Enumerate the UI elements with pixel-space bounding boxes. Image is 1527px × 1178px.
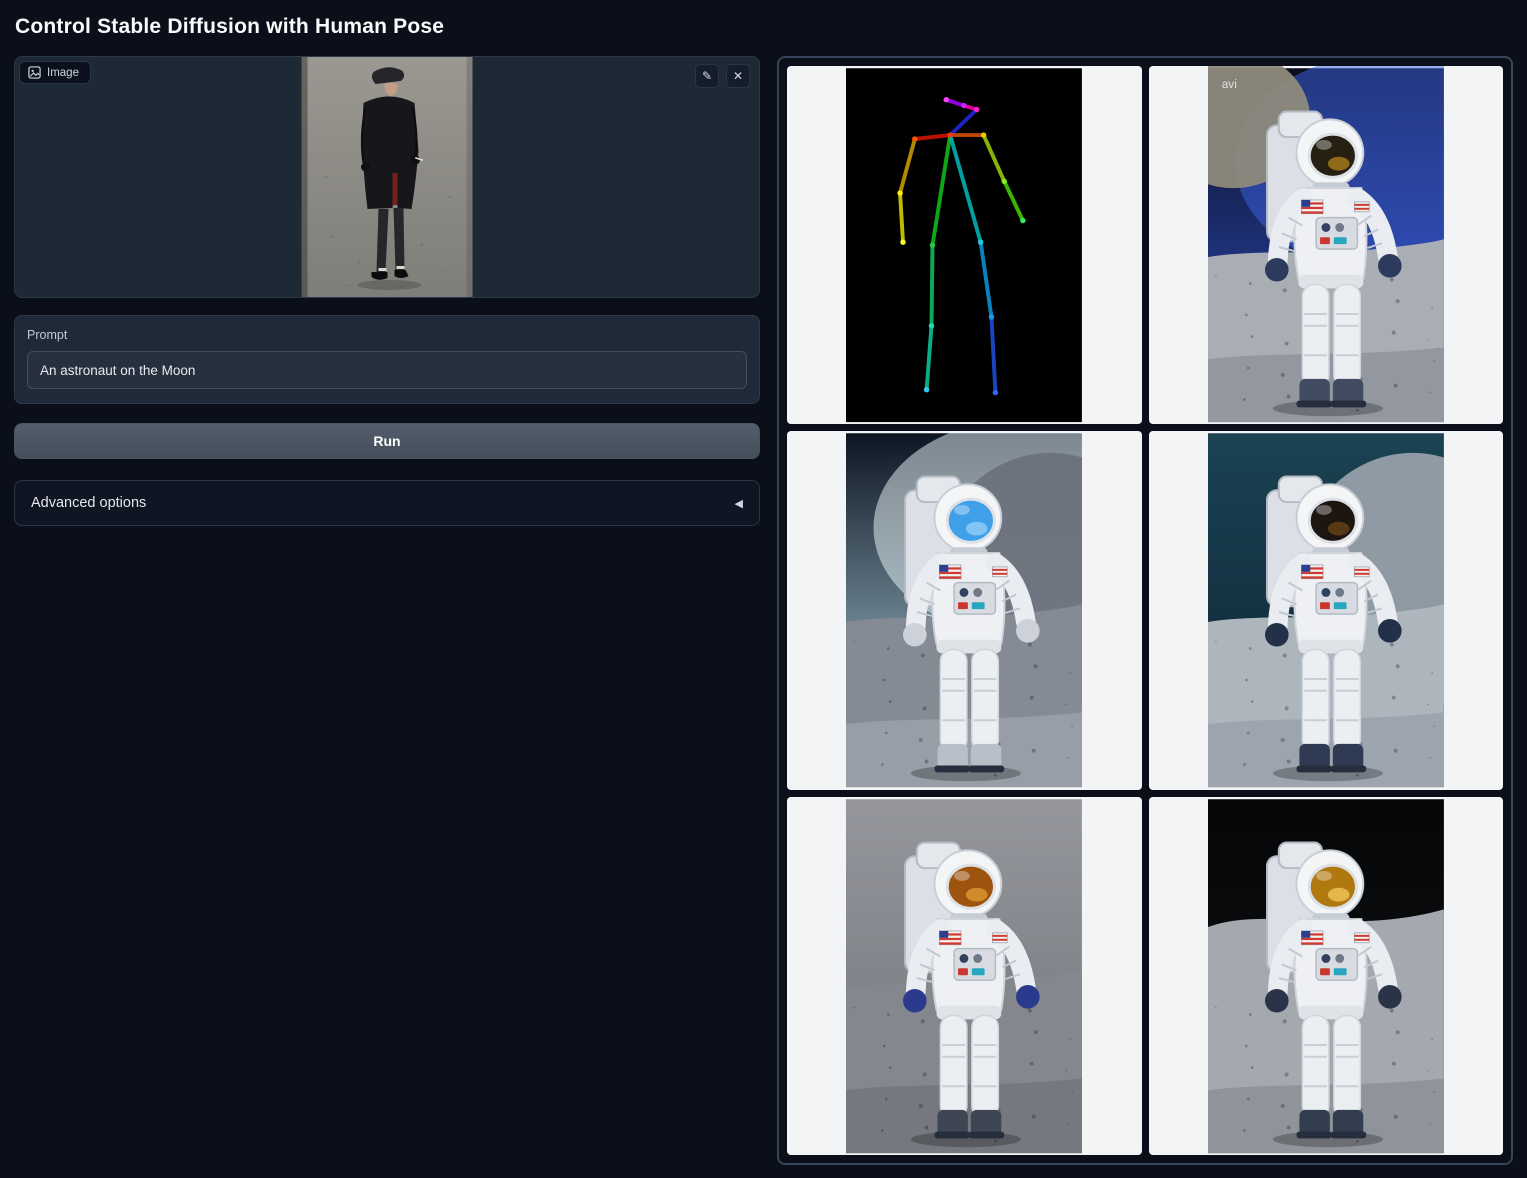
pose-svg xyxy=(846,66,1082,424)
output-gallery: avi xyxy=(777,56,1513,1165)
gallery-item-pose[interactable] xyxy=(787,66,1142,424)
image-actions: ✎ ✕ xyxy=(695,64,750,88)
image-upload-area[interactable]: Image ✎ ✕ xyxy=(14,56,760,298)
watermark: avi xyxy=(1222,78,1237,91)
gallery-item-astronaut-4[interactable] xyxy=(787,797,1142,1155)
image-component-label: Image xyxy=(19,61,91,84)
clear-image-button[interactable]: ✕ xyxy=(726,64,750,88)
gallery-item-astronaut-5[interactable] xyxy=(1149,797,1504,1155)
run-button[interactable]: Run xyxy=(14,423,760,459)
image-icon xyxy=(28,66,41,79)
accordion-label: Advanced options xyxy=(31,495,146,511)
prompt-block: Prompt xyxy=(14,315,760,404)
collapse-arrow-icon: ◀ xyxy=(735,497,743,510)
input-image[interactable] xyxy=(302,57,473,298)
main-layout: Image ✎ ✕ xyxy=(0,56,1527,1165)
prompt-label: Prompt xyxy=(27,328,747,342)
prompt-input[interactable] xyxy=(27,351,747,389)
gallery-item-astronaut-1[interactable]: avi xyxy=(1149,66,1504,424)
advanced-options-accordion[interactable]: Advanced options ◀ xyxy=(14,480,760,526)
edit-image-button[interactable]: ✎ xyxy=(695,64,719,88)
image-label-text: Image xyxy=(47,67,79,79)
input-column: Image ✎ ✕ xyxy=(14,56,760,526)
gallery-item-astronaut-2[interactable] xyxy=(787,431,1142,789)
page-title: Control Stable Diffusion with Human Pose xyxy=(0,0,1527,56)
gallery-item-astronaut-3[interactable] xyxy=(1149,431,1504,789)
